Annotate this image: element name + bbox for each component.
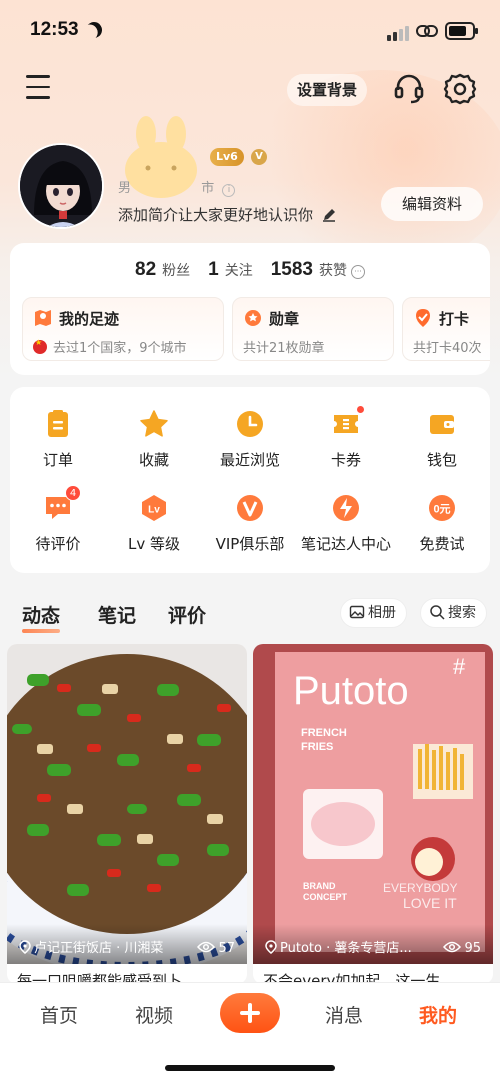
level-icon: Lv xyxy=(142,495,166,521)
svg-text:Lv: Lv xyxy=(148,505,160,516)
wallet-icon xyxy=(430,415,454,434)
level-badge: Lv6 xyxy=(210,148,244,166)
china-flag-icon xyxy=(33,338,47,354)
moon-icon xyxy=(83,19,105,41)
coin-icon: 0元 xyxy=(429,495,455,521)
gear-icon[interactable] xyxy=(442,71,478,107)
fans-stat[interactable]: 82 粉丝 xyxy=(135,259,190,281)
clipboard-icon xyxy=(48,410,68,437)
feed-location: Putoto · 薯条专营店... xyxy=(265,937,412,956)
location-gender: 男 xyxy=(118,181,132,196)
svg-text:#: # xyxy=(453,654,466,679)
map-icon xyxy=(35,310,51,326)
services-card: 订单 收藏 最近浏览 卡券 钱包 4 待评价 Lv Lv 等级 VIP俱乐部 笔… xyxy=(10,387,490,573)
nav-mine[interactable]: 我的 xyxy=(419,1001,457,1028)
recent-views-button[interactable]: 最近浏览 xyxy=(202,409,298,470)
tab-notes[interactable]: 笔记 xyxy=(98,601,136,628)
clock-icon xyxy=(237,411,263,437)
album-button[interactable]: 相册 xyxy=(340,598,407,628)
bolt-icon xyxy=(333,495,359,521)
free-trial-button[interactable]: 0元 免费试 xyxy=(394,493,490,554)
svg-text:EVERYBODY: EVERYBODY xyxy=(383,881,457,895)
vip-icon xyxy=(237,495,263,521)
search-icon xyxy=(430,605,445,620)
tile-footprint[interactable]: 我的足迹 去过1个国家，9个城市 xyxy=(22,297,224,361)
feed-image-food xyxy=(7,644,247,964)
star-icon xyxy=(140,410,168,437)
eye-icon xyxy=(443,941,462,953)
tab-reviews[interactable]: 评价 xyxy=(168,601,206,628)
info-icon[interactable]: i xyxy=(222,184,236,197)
tile-medals[interactable]: 勋章 共计21枚勋章 xyxy=(232,297,394,361)
nav-messages[interactable]: 消息 xyxy=(325,1001,363,1028)
svg-text:0元: 0元 xyxy=(433,503,450,516)
likes-stat[interactable]: 1583 获赞 ··· xyxy=(271,259,365,281)
pending-reviews-button[interactable]: 4 待评价 xyxy=(10,485,106,554)
favorites-button[interactable]: 收藏 xyxy=(106,409,202,470)
feed-location: 卢记正街饭店 · 川湘菜 xyxy=(19,937,163,956)
signal-icon xyxy=(387,26,409,41)
location-city: 市 xyxy=(201,181,215,196)
following-stat[interactable]: 1 关注 xyxy=(208,259,253,281)
stats-card: 82粉丝 1关注 1583获赞··· 我的足迹 去过1个国家，9个城市 勋章 xyxy=(10,243,490,375)
profile-location: 男 市 i xyxy=(118,177,236,197)
avatar[interactable] xyxy=(18,143,104,229)
more-icon[interactable]: ··· xyxy=(351,265,365,279)
set-background-button[interactable]: 设置背景 xyxy=(287,74,368,106)
pending-reviews-badge: 4 xyxy=(65,485,81,501)
feed-image-putoto: Putoto # FRENCH FRIES BRAND CONCEPT EVER… xyxy=(253,644,493,964)
svg-text:FRIES: FRIES xyxy=(301,741,333,753)
profile-page: 12:53 设置背景 Lv6 V 男 市 i 添加简介让大家更好地认识你 编辑资… xyxy=(0,0,500,1082)
search-button[interactable]: 搜索 xyxy=(420,598,487,628)
coupons-button[interactable]: 卡券 xyxy=(298,405,394,470)
svg-text:FRENCH: FRENCH xyxy=(301,727,347,739)
note-master-center-button[interactable]: 笔记达人中心 xyxy=(298,493,394,554)
headset-icon[interactable] xyxy=(392,72,426,106)
edit-profile-button[interactable]: 编辑资料 xyxy=(381,187,483,221)
status-time: 12:53 xyxy=(30,19,79,40)
menu-icon[interactable] xyxy=(26,75,50,101)
svg-text:Putoto: Putoto xyxy=(293,669,409,713)
location-pin-icon xyxy=(19,940,31,954)
battery-icon xyxy=(445,22,478,40)
medal-icon xyxy=(245,310,261,326)
svg-text:CONCEPT: CONCEPT xyxy=(303,892,348,902)
verified-badge: V xyxy=(251,149,267,165)
image-icon xyxy=(349,605,365,619)
status-bar: 12:53 xyxy=(0,0,500,60)
vip-club-button[interactable]: VIP俱乐部 xyxy=(202,493,298,554)
pencil-icon xyxy=(322,209,335,222)
feed-views: 57 xyxy=(197,941,235,956)
profile-bio[interactable]: 添加简介让大家更好地认识你 xyxy=(118,204,336,225)
feed-card[interactable]: Putoto # FRENCH FRIES BRAND CONCEPT EVER… xyxy=(253,644,493,984)
level-button[interactable]: Lv Lv 等级 xyxy=(106,493,202,554)
svg-text:BRAND: BRAND xyxy=(303,881,336,891)
svg-text:LOVE IT: LOVE IT xyxy=(403,895,457,911)
bio-text: 添加简介让大家更好地认识你 xyxy=(118,206,314,224)
feed-views: 95 xyxy=(443,941,481,956)
create-post-button[interactable] xyxy=(220,993,280,1033)
stats-row: 82 粉丝 1 关注 1583 获赞 ··· xyxy=(10,259,490,281)
orders-button[interactable]: 订单 xyxy=(10,409,106,470)
checkin-icon xyxy=(416,309,430,327)
location-pin-icon xyxy=(265,940,277,954)
tile-checkin[interactable]: 打卡 共打卡40次 xyxy=(402,297,490,361)
feature-tiles: 我的足迹 去过1个国家，9个城市 勋章 共计21枚勋章 打卡 共打卡4 xyxy=(22,297,490,361)
nav-home[interactable]: 首页 xyxy=(40,1001,78,1028)
ticket-icon xyxy=(334,415,358,433)
wallet-button[interactable]: 钱包 xyxy=(394,409,490,470)
link-icon xyxy=(416,25,438,37)
eye-icon xyxy=(197,941,216,953)
coupons-notification-dot xyxy=(356,405,365,414)
home-indicator xyxy=(165,1065,335,1071)
tab-dynamic[interactable]: 动态 xyxy=(22,601,61,633)
nav-video[interactable]: 视频 xyxy=(135,1001,173,1028)
feed-card[interactable]: 卢记正街饭店 · 川湘菜 57 每一口咀嚼都能感受到卜 xyxy=(7,644,247,984)
